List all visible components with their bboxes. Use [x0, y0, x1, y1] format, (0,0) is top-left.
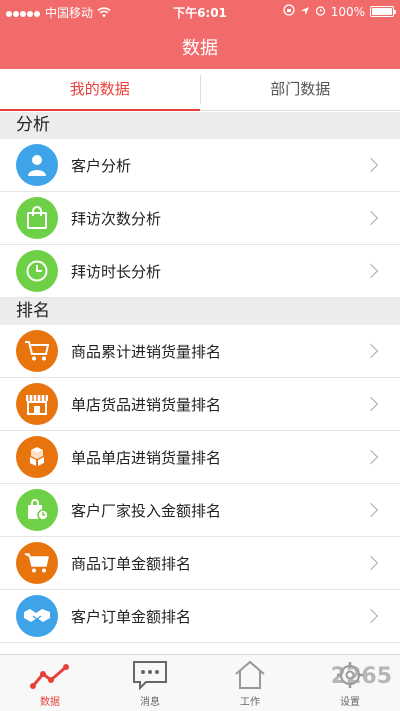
handshake-icon: [16, 595, 58, 637]
tab-department-data[interactable]: 部门数据: [201, 69, 400, 110]
store-icon: [16, 383, 58, 425]
chevron-right-icon: [363, 555, 379, 571]
list-item-visit-duration-analysis[interactable]: 拜访时长分析: [0, 245, 400, 298]
watermark: 2265: [330, 664, 392, 689]
tabbar-label: 设置: [340, 697, 360, 708]
boxes-icon: [16, 436, 58, 478]
tabbar-item-messages[interactable]: 消息: [100, 655, 200, 711]
segment-tabs: 我的数据 部门数据: [0, 69, 400, 111]
list-item-label: 商品累计进销货量排名: [71, 342, 222, 361]
chevron-right-icon: [363, 502, 379, 518]
tabbar-item-work[interactable]: 工作: [200, 655, 300, 711]
chevron-right-icon: [363, 263, 379, 279]
tab-my-data[interactable]: 我的数据: [0, 69, 200, 111]
chevron-right-icon: [363, 210, 379, 226]
message-icon: [133, 661, 167, 690]
lock-rotation-icon: [283, 4, 295, 19]
list-item-label: 单品单店进销货量排名: [71, 448, 222, 467]
cart-icon: [16, 542, 58, 584]
chevron-right-icon: [363, 396, 379, 412]
list-item-single-product-store-ranking[interactable]: 单品单店进销货量排名: [0, 431, 400, 484]
list-item-visit-count-analysis[interactable]: 拜访次数分析: [0, 192, 400, 245]
list-item-label: 客户厂家投入金额排名: [71, 501, 222, 520]
clock-icon: [16, 250, 58, 292]
list-item-label: 拜访时长分析: [71, 262, 162, 281]
chart-line-icon: [30, 664, 69, 689]
status-bar: 中国移动 下午6:01 100%: [0, 0, 400, 22]
section-header-analysis: 分析: [0, 112, 400, 139]
list-item-label: 单店货品进销货量排名: [71, 395, 222, 414]
chevron-right-icon: [363, 608, 379, 624]
bag-clock-icon: [16, 489, 58, 531]
data-list: 分析 客户分析 拜访次数分析 拜访时长分析 排名 商品累计进销货量排名 单店货品: [0, 112, 400, 643]
page-title: 数据: [182, 38, 218, 59]
list-item-product-cumulative-ranking[interactable]: 商品累计进销货量排名: [0, 325, 400, 378]
list-item-product-order-amount-ranking[interactable]: 商品订单金额排名: [0, 537, 400, 590]
list-item-label: 客户订单金额排名: [71, 607, 192, 626]
location-icon: [300, 5, 310, 19]
tabbar-label: 消息: [140, 697, 160, 708]
tabbar-label: 工作: [240, 697, 260, 708]
list-item-single-store-goods-ranking[interactable]: 单店货品进销货量排名: [0, 378, 400, 431]
section-header-ranking: 排名: [0, 298, 400, 325]
battery-percent: 100%: [330, 4, 365, 19]
chevron-right-icon: [363, 449, 379, 465]
cart-icon: [16, 330, 58, 372]
chevron-right-icon: [363, 157, 379, 173]
alarm-icon: [315, 5, 326, 19]
battery-icon: [370, 6, 396, 17]
tabbar-label: 数据: [40, 697, 60, 708]
list-item-customer-vendor-investment-ranking[interactable]: 客户厂家投入金额排名: [0, 484, 400, 537]
list-item-customer-analysis[interactable]: 客户分析: [0, 139, 400, 192]
home-icon: [235, 660, 265, 689]
list-item-label: 拜访次数分析: [71, 209, 162, 228]
list-item-customer-order-amount-ranking[interactable]: 客户订单金额排名: [0, 590, 400, 643]
shopping-bag-icon: [16, 197, 58, 239]
app-header: 中国移动 下午6:01 100% 数据: [0, 0, 400, 69]
person-icon: [16, 144, 58, 186]
list-item-label: 商品订单金额排名: [71, 554, 192, 573]
list-item-label: 客户分析: [71, 156, 132, 175]
tabbar-item-data[interactable]: 数据: [0, 655, 100, 711]
chevron-right-icon: [363, 343, 379, 359]
